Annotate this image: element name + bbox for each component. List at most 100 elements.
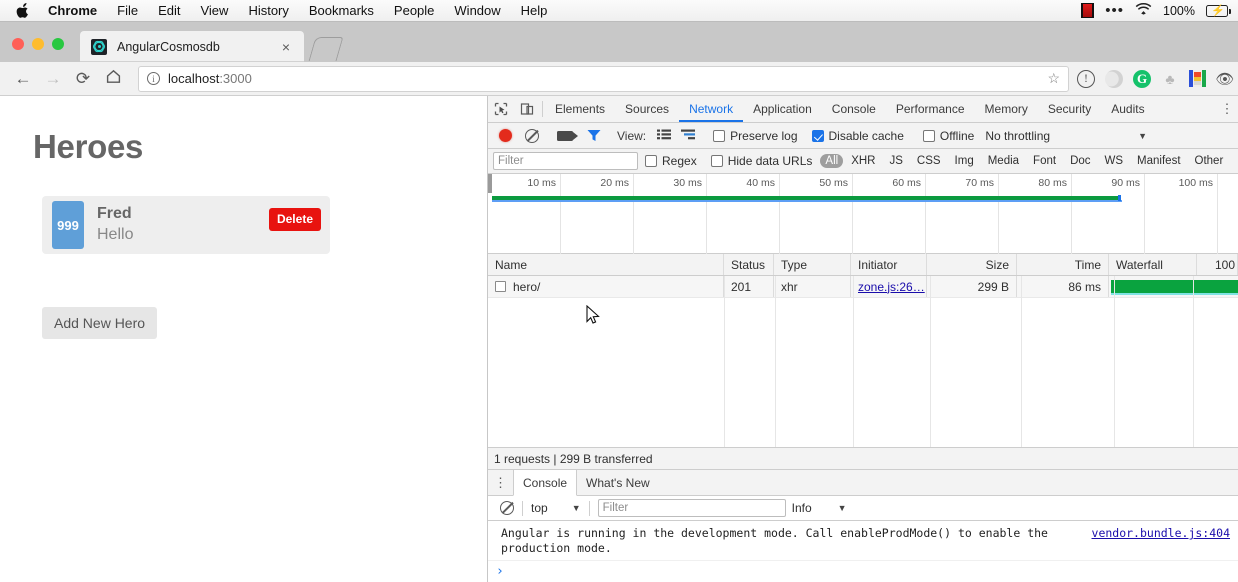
more-menu-icon[interactable]: •••: [1105, 6, 1124, 16]
grammarly-icon[interactable]: G: [1133, 70, 1151, 88]
tab-network[interactable]: Network: [679, 96, 743, 122]
console-context-select[interactable]: top ▼: [531, 501, 581, 515]
filter-type-doc[interactable]: Doc: [1064, 154, 1096, 168]
tree-icon[interactable]: ♣: [1161, 70, 1179, 88]
column-header-type[interactable]: Type: [774, 254, 851, 275]
clear-button[interactable]: [525, 129, 539, 143]
window-close-button[interactable]: [12, 38, 24, 50]
tab-sources[interactable]: Sources: [615, 96, 679, 122]
drawer-tab-console[interactable]: Console: [513, 470, 577, 496]
filter-type-js[interactable]: JS: [883, 154, 908, 168]
window-maximize-button[interactable]: [52, 38, 64, 50]
column-header-name[interactable]: Name: [488, 254, 724, 275]
site-info-icon[interactable]: i: [147, 72, 160, 85]
waterfall-view-icon[interactable]: [681, 129, 696, 143]
disable-cache-checkbox[interactable]: Disable cache: [812, 129, 904, 143]
column-header-time[interactable]: Time: [1017, 254, 1109, 275]
half-moon-icon[interactable]: [1105, 70, 1123, 88]
apple-logo-icon[interactable]: [12, 3, 34, 19]
table-row[interactable]: hero/ 201 xhr zone.js:26… 299 B 86 ms: [488, 276, 1238, 298]
filter-type-media[interactable]: Media: [982, 154, 1025, 168]
offline-checkbox[interactable]: Offline: [923, 129, 974, 143]
tab-elements[interactable]: Elements: [545, 96, 615, 122]
delete-hero-button[interactable]: Delete: [269, 208, 321, 231]
filter-type-xhr[interactable]: XHR: [845, 154, 881, 168]
home-icon[interactable]: [98, 69, 128, 89]
column-header-initiator[interactable]: Initiator: [851, 254, 927, 275]
tab-console[interactable]: Console: [822, 96, 886, 122]
devtools-more-icon[interactable]: ⋮: [1216, 96, 1238, 122]
column-header-size[interactable]: Size: [927, 254, 1017, 275]
regex-checkbox[interactable]: Regex: [645, 154, 697, 168]
screen-recording-icon[interactable]: [1081, 3, 1094, 18]
devtools-tab-bar: Elements Sources Network Application Con…: [488, 96, 1238, 123]
mac-menu-chrome[interactable]: Chrome: [38, 0, 107, 21]
drawer-more-icon[interactable]: ⋮: [488, 470, 513, 495]
funnel-icon[interactable]: [587, 129, 601, 143]
add-new-hero-button[interactable]: Add New Hero: [42, 307, 157, 339]
tab-application[interactable]: Application: [743, 96, 822, 122]
network-summary-bar: 1 requests | 299 B transferred: [488, 447, 1238, 470]
filter-type-all[interactable]: All: [820, 154, 843, 168]
window-minimize-button[interactable]: [32, 38, 44, 50]
camera-icon[interactable]: [557, 131, 573, 141]
filter-type-css[interactable]: CSS: [911, 154, 947, 168]
address-bar[interactable]: i localhost:3000 ☆: [138, 66, 1069, 92]
mac-menu-history[interactable]: History: [238, 0, 298, 21]
filter-type-other[interactable]: Other: [1189, 154, 1230, 168]
column-header-waterfall[interactable]: Waterfall: [1109, 254, 1197, 275]
tab-memory[interactable]: Memory: [975, 96, 1038, 122]
battery-charging-icon[interactable]: ⚡: [1206, 5, 1228, 17]
console-level-select[interactable]: Info ▼: [792, 501, 847, 515]
info-circle-icon[interactable]: !: [1077, 70, 1095, 88]
mac-menu-file[interactable]: File: [107, 0, 148, 21]
forward-icon[interactable]: →: [38, 69, 68, 89]
chevron-down-icon[interactable]: ▼: [1138, 131, 1147, 141]
mac-menu-people[interactable]: People: [384, 0, 444, 21]
reload-icon[interactable]: ⟳: [68, 69, 98, 89]
network-overview[interactable]: 10 ms 20 ms 30 ms 40 ms 50 ms 60 ms 70 m…: [488, 174, 1238, 254]
tab-performance[interactable]: Performance: [886, 96, 975, 122]
preserve-log-checkbox[interactable]: Preserve log: [713, 129, 797, 143]
console-filter-input[interactable]: [598, 499, 786, 517]
filter-type-manifest[interactable]: Manifest: [1131, 154, 1186, 168]
tab-audits[interactable]: Audits: [1101, 96, 1154, 122]
mac-menu-view[interactable]: View: [190, 0, 238, 21]
close-icon[interactable]: ×: [278, 40, 294, 54]
eye-icon[interactable]: 👁: [1216, 70, 1234, 88]
colorzilla-icon[interactable]: [1189, 70, 1206, 87]
network-filter-input[interactable]: [493, 152, 638, 170]
new-tab-button[interactable]: [309, 37, 344, 61]
filter-type-img[interactable]: Img: [949, 154, 980, 168]
bookmark-star-icon[interactable]: ☆: [1047, 70, 1060, 87]
overview-tick: 40 ms: [746, 177, 775, 189]
browser-tab[interactable]: AngularCosmosdb ×: [80, 31, 304, 62]
hero-list-item[interactable]: 999 Fred Hello Delete: [42, 196, 330, 254]
back-icon[interactable]: ←: [8, 69, 38, 89]
cell-initiator[interactable]: zone.js:26…: [851, 276, 927, 297]
record-button[interactable]: [499, 129, 512, 142]
mac-menu-edit[interactable]: Edit: [148, 0, 190, 21]
mac-menu-window[interactable]: Window: [444, 0, 510, 21]
column-header-status[interactable]: Status: [724, 254, 774, 275]
row-checkbox[interactable]: [495, 281, 506, 292]
drawer-tab-whats-new[interactable]: What's New: [577, 470, 659, 495]
console-message-source[interactable]: vendor.bundle.js:404: [1092, 526, 1230, 556]
wifi-icon[interactable]: [1135, 3, 1152, 18]
filter-type-ws[interactable]: WS: [1099, 154, 1130, 168]
cell-name[interactable]: hero/: [488, 276, 724, 297]
mac-menu-help[interactable]: Help: [511, 0, 558, 21]
console-input-prompt[interactable]: ›: [488, 561, 1238, 582]
hide-data-urls-checkbox[interactable]: Hide data URLs: [711, 154, 813, 168]
overview-tick: 10 ms: [527, 177, 556, 189]
mac-menu-bookmarks[interactable]: Bookmarks: [299, 0, 384, 21]
console-context-value: top: [531, 501, 548, 515]
toggle-device-toolbar-icon[interactable]: [514, 96, 540, 122]
clear-console-icon[interactable]: [500, 501, 514, 515]
filter-type-font[interactable]: Font: [1027, 154, 1062, 168]
tab-security[interactable]: Security: [1038, 96, 1101, 122]
list-view-icon[interactable]: [657, 129, 671, 142]
initiator-link[interactable]: zone.js:26…: [858, 280, 925, 294]
throttling-select[interactable]: No throttling: [985, 129, 1050, 143]
inspect-element-icon[interactable]: [488, 96, 514, 122]
